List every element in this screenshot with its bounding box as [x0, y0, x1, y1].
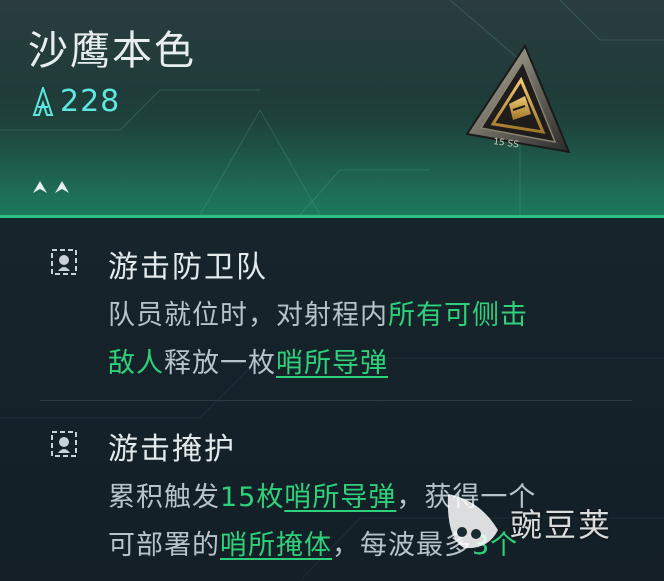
skill-emblem-icon	[51, 249, 77, 275]
item-title: 沙鹰本色	[28, 28, 196, 74]
power-rating: 228	[32, 84, 120, 119]
skill-emblem-icon	[51, 431, 77, 457]
skill-entry: 游击防卫队 队员就位时，对射程内所有可侧击 敌人释放一枚哨所导弹	[0, 218, 664, 398]
item-detail-card: 沙鹰本色 228 15 SS 游击防卫队 队员就位时，对射程内所有可侧击 敌人释…	[0, 0, 664, 581]
rank-indicator	[32, 180, 70, 194]
watermark-text: 豌豆荚	[510, 506, 613, 544]
watermark-logo-icon	[447, 494, 498, 549]
divider	[40, 400, 632, 401]
skill-name: 游击掩护	[108, 432, 236, 467]
skill-name: 游击防卫队	[108, 250, 268, 285]
rank-chevron-icon	[55, 181, 69, 193]
watermark: 豌豆荚	[440, 482, 640, 562]
item-badge-icon: 15 SS	[465, 43, 571, 154]
item-header: 沙鹰本色 228 15 SS	[0, 0, 664, 218]
power-icon	[32, 86, 54, 116]
rank-chevron-icon	[33, 181, 47, 193]
skill-description: 队员就位时，对射程内所有可侧击 敌人释放一枚哨所导弹	[108, 300, 528, 379]
power-value: 228	[60, 84, 121, 119]
